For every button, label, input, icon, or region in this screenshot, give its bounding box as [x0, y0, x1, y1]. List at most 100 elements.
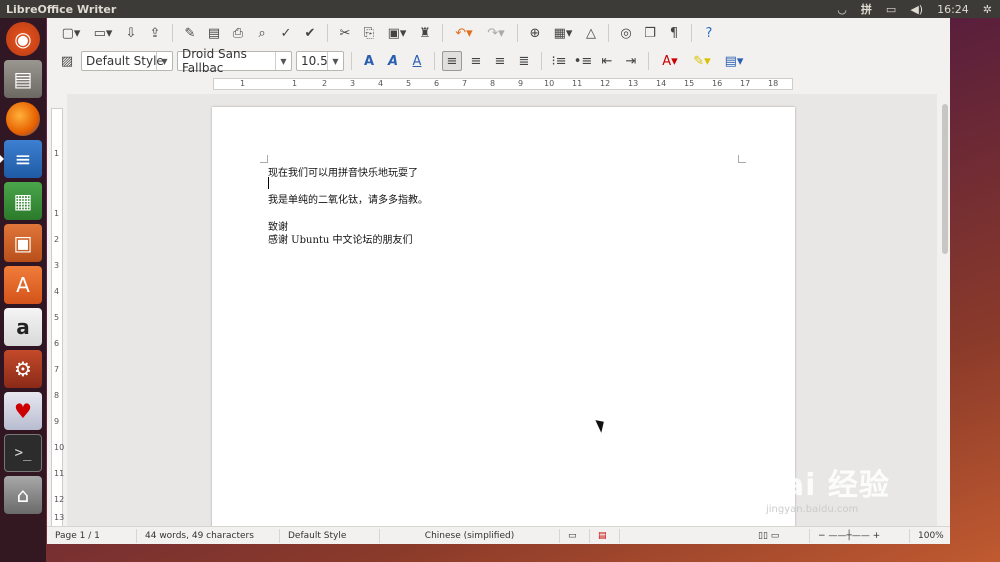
save-icon[interactable]: ⇩ [121, 23, 141, 43]
standard-toolbar: ▢▾ ▭▾ ⇩ ⇪ ✎ ▤ ⎙ ⌕ ✓ ✔ ✂ ⎘ ▣▾ ♜ ↶▾ ↷▾ ⊕ ▦… [47, 18, 950, 48]
word-count[interactable]: 44 words, 49 characters [137, 528, 280, 543]
firefox-icon[interactable] [6, 102, 40, 136]
settings-icon[interactable]: ⚙ [4, 350, 42, 388]
launcher: ◉ ▤ ≡ ▦ ▣ A a ⚙ ♥ >_ ⌂ [0, 18, 46, 562]
help-icon[interactable]: ? [699, 23, 719, 43]
navigator-icon[interactable]: ◎ [616, 23, 636, 43]
table-icon[interactable]: ▦▾ [549, 23, 577, 43]
ruler-tick-label: 11 [54, 469, 65, 478]
calc-icon[interactable]: ▦ [4, 182, 42, 220]
bold-icon[interactable]: A [359, 51, 379, 71]
auto-spellcheck-icon[interactable]: ✔ [300, 23, 320, 43]
page-indicator[interactable]: Page 1 / 1 [47, 528, 137, 543]
app-title: LibreOffice Writer [6, 2, 117, 16]
shopping-bag-icon[interactable]: A [4, 266, 42, 304]
font-name-select[interactable]: Droid Sans Fallbac ▼ [177, 47, 292, 75]
ruler-tick-label: 14 [656, 79, 667, 88]
input-method-indicator[interactable]: 拼 [861, 1, 872, 17]
print-icon[interactable]: ⎙ [228, 23, 248, 43]
battery-icon[interactable]: ▭ [886, 3, 896, 16]
new-document-icon[interactable]: ▢▾ [57, 23, 85, 43]
chevron-down-icon[interactable]: ▼ [156, 52, 172, 70]
zoom-level[interactable]: 100% [910, 529, 950, 543]
redo-icon[interactable]: ↷▾ [482, 23, 510, 43]
zoom-slider[interactable]: − ——┼—— + [810, 528, 910, 543]
underline-icon[interactable]: A [407, 51, 427, 71]
paste-icon[interactable]: ▣▾ [383, 23, 411, 43]
undo-icon[interactable]: ↶▾ [450, 23, 478, 43]
ruler-tick-label: 5 [54, 313, 60, 322]
chevron-down-icon[interactable]: ▼ [275, 52, 291, 70]
ruler-tick-label: 5 [406, 79, 412, 88]
align-right-icon[interactable]: ≡ [490, 51, 510, 71]
decrease-indent-icon[interactable]: ⇤ [597, 51, 617, 71]
ruler-tick-label: 1 [292, 79, 298, 88]
clock[interactable]: 16:24 [937, 3, 969, 16]
volume-icon[interactable]: ◀) [910, 3, 923, 16]
ruler-tick-label: 2 [54, 235, 60, 244]
impress-icon[interactable]: ▣ [4, 224, 42, 262]
edit-mode-icon[interactable]: ✎ [180, 23, 200, 43]
ruler-tick-label: 13 [54, 513, 65, 522]
gallery-icon[interactable]: ❐ [640, 23, 660, 43]
ruler-tick-label: 15 [684, 79, 695, 88]
chevron-down-icon[interactable]: ▼ [327, 52, 343, 70]
ruler-tick-label: 9 [54, 417, 60, 426]
align-left-icon[interactable]: ≡ [442, 51, 462, 71]
wifi-icon[interactable]: ◡ [837, 3, 847, 16]
highlight-color-icon[interactable]: ✎▾ [688, 51, 716, 71]
power-gear-icon[interactable]: ✲ [983, 3, 992, 16]
ubuntu-logo-icon[interactable]: ◉ [6, 22, 40, 56]
terminal-icon[interactable]: >_ [4, 434, 42, 472]
show-draw-functions-icon[interactable]: △ [581, 23, 601, 43]
amazon-icon[interactable]: a [4, 308, 42, 346]
numbering-icon[interactable]: ⁝≡ [549, 51, 569, 71]
margin-corner-mark [738, 155, 746, 163]
ruler-tick-label: 7 [462, 79, 468, 88]
ruler-tick-label: 6 [54, 339, 60, 348]
styles-and-formatting-icon[interactable]: ▨ [57, 51, 77, 71]
view-layout-icon[interactable]: ▯▯ ▭ [750, 528, 810, 543]
formatting-marks-icon[interactable]: ¶ [664, 23, 684, 43]
vertical-scrollbar[interactable] [940, 94, 950, 526]
open-folder-icon[interactable]: ▭▾ [89, 23, 117, 43]
font-color-icon[interactable]: A▾ [656, 51, 684, 71]
ruler-tick-label: 8 [490, 79, 496, 88]
file-cabinet-icon[interactable]: ▤ [4, 60, 42, 98]
export-pdf-icon[interactable]: ▤ [204, 23, 224, 43]
export-icon[interactable]: ⇪ [145, 23, 165, 43]
document-page[interactable]: 现在我们可以用拼音快乐地玩耍了 我是单纯的二氧化钛，请多多指教。 致谢 感谢 U… [212, 107, 795, 526]
document-paragraph[interactable]: 感谢 Ubuntu 中文论坛的朋友们 [268, 231, 413, 246]
font-size-select[interactable]: 10.5 ▼ [296, 51, 344, 71]
copy-icon[interactable]: ⎘ [359, 23, 379, 43]
signature-icon[interactable]: ▤ [590, 528, 620, 543]
page-style[interactable]: Default Style [280, 528, 380, 543]
ruler-tick-label: 16 [712, 79, 723, 88]
cut-icon[interactable]: ✂ [335, 23, 355, 43]
print-preview-icon[interactable]: ⌕ [252, 23, 272, 43]
clone-formatting-icon[interactable]: ♜ [415, 23, 435, 43]
italic-icon[interactable]: A [383, 51, 403, 71]
spellcheck-icon[interactable]: ✓ [276, 23, 296, 43]
vertical-ruler[interactable]: 1 1 2 3 4 5 6 7 8 9 10 11 12 13 [51, 108, 65, 528]
formatting-toolbar: ▨ Default Style ▼ Droid Sans Fallbac ▼ 1… [47, 47, 950, 75]
horizontal-ruler[interactable]: 1 1 2 3 4 5 6 7 8 9 10 11 12 13 14 15 16… [213, 78, 793, 90]
document-paragraph[interactable]: 我是单纯的二氧化钛，请多多指教。 [268, 191, 428, 206]
hyperlink-icon[interactable]: ⊕ [525, 23, 545, 43]
bullets-icon[interactable]: •≡ [573, 51, 593, 71]
align-center-icon[interactable]: ≡ [466, 51, 486, 71]
justify-icon[interactable]: ≣ [514, 51, 534, 71]
scrollbar-thumb[interactable] [942, 104, 948, 254]
watermark-brand: Bai 经验 [760, 468, 890, 503]
ruler-tick-label: 6 [434, 79, 440, 88]
background-color-icon[interactable]: ▤▾ [720, 51, 748, 71]
paragraph-style-select[interactable]: Default Style ▼ [81, 51, 173, 71]
trash-icon[interactable]: ⌂ [4, 476, 42, 514]
increase-indent-icon[interactable]: ⇥ [621, 51, 641, 71]
document-paragraph[interactable]: 现在我们可以用拼音快乐地玩耍了 [268, 164, 418, 179]
writer-icon[interactable]: ≡ [0, 140, 42, 178]
ruler-tick-label: 1 [54, 209, 60, 218]
cards-icon[interactable]: ♥ [4, 392, 42, 430]
insert-mode-icon[interactable]: ▭ [560, 528, 590, 543]
language[interactable]: Chinese (simplified) [380, 528, 560, 543]
